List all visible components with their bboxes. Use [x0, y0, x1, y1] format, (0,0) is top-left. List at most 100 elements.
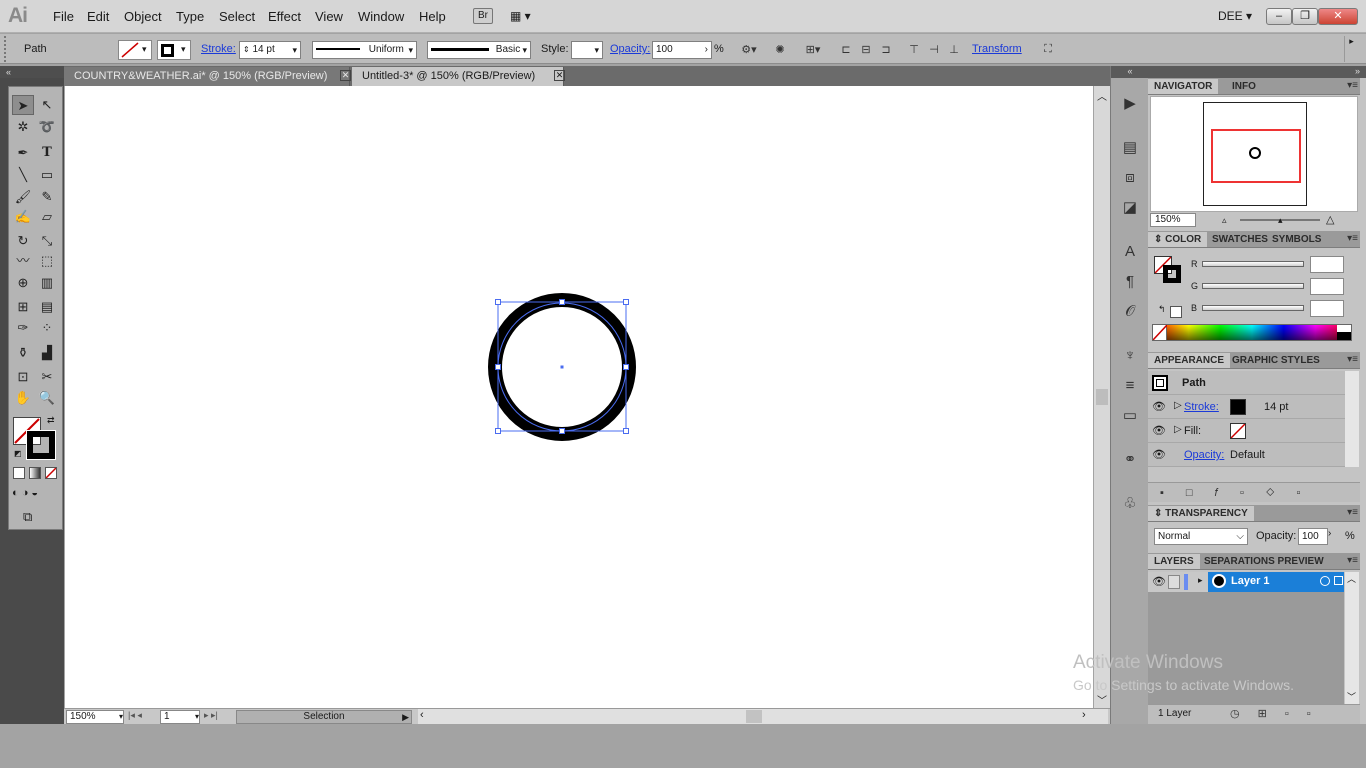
expand-stroke-icon[interactable]: ▷: [1174, 400, 1182, 411]
menu-view[interactable]: View: [315, 9, 343, 24]
navigator-zoom-thumb[interactable]: ▴: [1278, 215, 1283, 226]
layer-row[interactable]: 👁 ▸ Layer 1: [1148, 572, 1344, 592]
menu-window[interactable]: Window: [358, 9, 404, 24]
drawing-modes-icon[interactable]: ◐ ◑ ◒: [12, 487, 60, 503]
artboard-tool-icon[interactable]: ⊡: [12, 367, 34, 387]
tab-navigator[interactable]: NAVIGATOR: [1148, 79, 1219, 94]
isolate-icon[interactable]: ✺: [772, 43, 788, 57]
warp-tool-icon[interactable]: 〰: [12, 251, 34, 271]
zoom-level-field[interactable]: 150% ▾: [66, 710, 124, 724]
opentype-icon[interactable]: 𝒪: [1120, 302, 1140, 322]
navigator-zoom-field[interactable]: 150%: [1150, 213, 1196, 227]
brush-definition[interactable]: Basic ▾: [427, 41, 531, 59]
actions-icon[interactable]: ▶: [1120, 94, 1140, 114]
opacity-field[interactable]: 100 ›: [652, 41, 712, 59]
layer-target-icon[interactable]: [1320, 576, 1330, 586]
menu-select[interactable]: Select: [219, 9, 255, 24]
pen-tool-icon[interactable]: ✒: [12, 143, 34, 163]
expand-fill-icon[interactable]: ▷: [1174, 424, 1182, 435]
close-tab-icon[interactable]: ✕: [554, 70, 565, 81]
symbol-sprayer-tool-icon[interactable]: ⚱: [12, 343, 34, 363]
tab-swatches[interactable]: SWATCHES: [1206, 232, 1274, 247]
first-artboard-icon[interactable]: |◂ ◂: [128, 710, 142, 721]
symbols-dock-icon[interactable]: ♧: [1120, 494, 1140, 514]
menu-file[interactable]: File: [53, 9, 74, 24]
channel-g-field[interactable]: [1310, 278, 1344, 295]
artboard-number-field[interactable]: 1 ▾: [160, 710, 200, 724]
control-panel-options-icon[interactable]: ▸: [1344, 36, 1358, 62]
tab-country-weather[interactable]: COUNTRY&WEATHER.ai* @ 150% (RGB/Preview)…: [64, 67, 351, 86]
fill-swatch-control[interactable]: ▾: [118, 40, 152, 60]
horizontal-scrollbar[interactable]: ‹ ›: [418, 709, 1108, 724]
links-icon[interactable]: ⚭: [1120, 450, 1140, 470]
scroll-right-icon[interactable]: ›: [1082, 709, 1086, 721]
selection-tool-icon[interactable]: ➤: [12, 95, 34, 115]
layers-dock-icon[interactable]: ▤: [1120, 138, 1140, 158]
workspace-switcher[interactable]: DEE ▾: [1218, 9, 1252, 23]
stroke-swatch-control[interactable]: ▾: [157, 40, 191, 60]
expand-layer-icon[interactable]: ▸: [1198, 575, 1203, 586]
color-spectrum[interactable]: [1152, 324, 1352, 341]
stroke-weight-field[interactable]: ⇕ 14 pt ▾: [239, 41, 301, 59]
tab-graphic-styles[interactable]: GRAPHIC STYLES: [1226, 353, 1326, 368]
panel-menu-icon[interactable]: ▾≡: [1344, 556, 1358, 566]
bridge-button[interactable]: Br: [473, 8, 493, 24]
none-mode-icon[interactable]: [45, 467, 57, 479]
appearance-path-row[interactable]: Path: [1148, 371, 1345, 395]
swap-fill-stroke-icon[interactable]: ⇄: [47, 415, 55, 426]
tab-layers[interactable]: LAYERS: [1148, 554, 1200, 569]
eraser-tool-icon[interactable]: ▱: [36, 207, 58, 227]
paintbrush-tool-icon[interactable]: 🖌: [12, 187, 34, 207]
blend-tool-icon[interactable]: ⁘: [36, 318, 58, 338]
menu-object[interactable]: Object: [124, 9, 162, 24]
variable-width-profile[interactable]: Uniform ▾: [312, 41, 417, 59]
visibility-eye-icon[interactable]: 👁: [1152, 448, 1166, 461]
opacity-link[interactable]: Opacity:: [1184, 449, 1224, 461]
appearance-opacity-row[interactable]: 👁 Opacity: Default: [1148, 443, 1345, 467]
tab-untitled-3[interactable]: Untitled-3* @ 150% (RGB/Preview) ✕: [352, 67, 565, 86]
blend-mode-select[interactable]: Normal ⌵: [1154, 528, 1248, 545]
direct-selection-tool-icon[interactable]: ↖: [36, 95, 58, 115]
pathfinder-icon[interactable]: ◪: [1120, 198, 1140, 218]
line-tool-icon[interactable]: ╲: [12, 165, 34, 185]
layer-selection-icon[interactable]: [1334, 576, 1343, 585]
magic-wand-tool-icon[interactable]: ✲: [12, 117, 34, 137]
channel-b-field[interactable]: [1310, 300, 1344, 317]
layers-scrollbar[interactable]: ︿ ﹀: [1345, 572, 1359, 704]
control-panel-menu-icon[interactable]: ⛶: [1040, 43, 1056, 57]
tab-color[interactable]: ⇕ COLOR: [1148, 232, 1208, 247]
align-center-icon[interactable]: ⊟: [858, 43, 874, 57]
stroke-link[interactable]: Stroke:: [1184, 401, 1219, 413]
artboards-icon[interactable]: ⧈: [1120, 168, 1140, 188]
mesh-tool-icon[interactable]: ⊞: [12, 297, 34, 317]
paragraph-icon[interactable]: ¶: [1120, 272, 1140, 292]
color-stroke-icon[interactable]: [1163, 265, 1181, 283]
scale-tool-icon[interactable]: ⤡: [36, 231, 58, 251]
restore-button[interactable]: ❐: [1292, 8, 1318, 25]
last-artboard-icon[interactable]: ▸ ▸|: [204, 710, 218, 721]
panels-collapse-icon[interactable]: »: [1148, 66, 1366, 78]
transparency-opacity-stepper[interactable]: ›: [1328, 528, 1331, 539]
character-icon[interactable]: A: [1120, 242, 1140, 262]
stroke-color-icon[interactable]: [26, 430, 56, 460]
gradient-tool-icon[interactable]: ▤: [36, 297, 58, 317]
appearance-footer-icons[interactable]: ▪□𝑓▫◇▫: [1148, 482, 1360, 502]
zoom-tool-icon[interactable]: 🔍: [36, 388, 58, 408]
align-to-icon[interactable]: ⊞▾: [800, 43, 826, 57]
out-of-gamut-icon[interactable]: ↰: [1158, 304, 1166, 315]
close-button[interactable]: ✕: [1318, 8, 1358, 25]
minimize-button[interactable]: –: [1266, 8, 1292, 25]
layers-footer-icons[interactable]: ◷⊞▫▫: [1230, 707, 1329, 720]
lasso-tool-icon[interactable]: ➰: [36, 117, 58, 137]
vertical-scrollbar[interactable]: ︿ ﹀: [1094, 86, 1110, 708]
vertical-scroll-thumb[interactable]: [1096, 389, 1108, 405]
panel-menu-icon[interactable]: ▾≡: [1344, 355, 1358, 365]
pencil-tool-icon[interactable]: ✎: [36, 187, 58, 207]
arrange-documents-icon[interactable]: ▦ ▾: [510, 8, 542, 24]
navigator-preview[interactable]: [1150, 96, 1358, 212]
last-color-icon[interactable]: [1170, 306, 1182, 318]
brushes-icon[interactable]: ♆: [1120, 346, 1140, 366]
scroll-up-icon[interactable]: ︿: [1097, 88, 1107, 103]
color-mode-icon[interactable]: [13, 467, 25, 479]
shape-builder-tool-icon[interactable]: ⊕: [12, 273, 34, 293]
